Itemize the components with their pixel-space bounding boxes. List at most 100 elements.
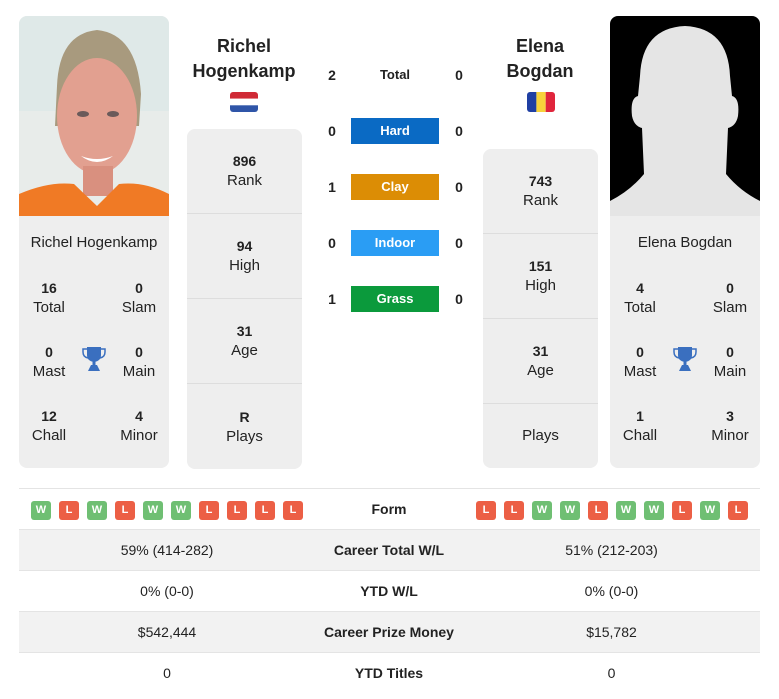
player1-plays-value: R: [239, 408, 250, 425]
player1-first-name: Richel: [216, 36, 272, 56]
player2-titles-chall: 1 Chall: [610, 406, 670, 446]
romania-flag-icon: [527, 92, 555, 112]
form-win-badge[interactable]: W: [560, 501, 580, 520]
form-win-badge[interactable]: W: [616, 501, 636, 520]
player2-name-heading[interactable]: Elena Bogdan: [470, 34, 610, 84]
player1-titles-main: 0 Main: [109, 342, 169, 382]
player2-first-name: Elena: [515, 36, 565, 56]
player2-last-name: Bogdan: [506, 61, 574, 81]
player2-titles-chall-label: Chall: [622, 427, 658, 444]
form-win-badge[interactable]: W: [700, 501, 720, 520]
player1-titles-slam-label: Slam: [121, 299, 157, 316]
surface-badge-clay[interactable]: Clay: [351, 174, 439, 200]
player1-ytd-wl: 0% (0-0): [140, 583, 194, 599]
trophy-icon: [673, 347, 697, 371]
player2-titles-minor-label: Minor: [711, 427, 749, 444]
form-loss-badge[interactable]: L: [59, 501, 79, 520]
player1-rank-label: Rank: [226, 172, 263, 189]
player1-high-label: High: [229, 257, 260, 274]
form-loss-badge[interactable]: L: [283, 501, 303, 520]
career-wl-label: Career Total W/L: [333, 542, 445, 558]
player2-plays-label: Plays: [522, 427, 559, 444]
h2h-total-label: Total: [379, 67, 411, 82]
player2-career-wl: 51% (212-203): [565, 542, 658, 558]
player1-titles-slam-value: 0: [135, 280, 143, 296]
player2-ytd-titles: 0: [607, 665, 616, 681]
player1-titles-total: 16 Total: [19, 278, 79, 318]
player2-photo-placeholder[interactable]: [610, 16, 760, 216]
h2h-indoor-row: 0 Indoor 0: [320, 230, 470, 256]
h2h-indoor-p1: 0: [328, 235, 336, 251]
surface-badge-hard[interactable]: Hard: [351, 118, 439, 144]
player1-high-value: 94: [236, 238, 253, 254]
h2h-clay-p2: 0: [455, 179, 463, 195]
player2-high: 151 High: [483, 234, 598, 319]
player2-card-name[interactable]: Elena Bogdan: [610, 234, 760, 251]
player2-rank-value: 743: [528, 173, 553, 189]
form-loss-badge[interactable]: L: [672, 501, 692, 520]
form-loss-badge[interactable]: L: [588, 501, 608, 520]
player1-titles-mast-value: 0: [45, 344, 53, 360]
player2-rank-label: Rank: [522, 192, 559, 209]
player1-last-name: Hogenkamp: [192, 61, 296, 81]
player2-high-label: High: [525, 277, 556, 294]
player2-high-value: 151: [528, 258, 553, 274]
player2-age-label: Age: [527, 362, 554, 379]
player1-titles-chall-label: Chall: [31, 427, 67, 444]
player2-titles-mast: 0 Mast: [610, 342, 670, 382]
player2-prize-money: $15,782: [586, 624, 637, 640]
form-win-badge[interactable]: W: [171, 501, 191, 520]
ytd-wl-label: YTD W/L: [360, 583, 418, 599]
player1-titles-total-value: 16: [41, 280, 57, 296]
form-win-badge[interactable]: W: [87, 501, 107, 520]
player1-plays: R Plays: [187, 384, 302, 469]
player1-high: 94 High: [187, 214, 302, 299]
player2-plays: Plays: [483, 404, 598, 468]
prize-money-label: Career Prize Money: [324, 624, 454, 640]
form-loss-badge[interactable]: L: [255, 501, 275, 520]
ytd-titles-row: 0 YTD Titles 0: [19, 653, 760, 694]
form-win-badge[interactable]: W: [532, 501, 552, 520]
player1-titles-chall-value: 12: [41, 408, 57, 424]
player2-titles-total-label: Total: [624, 299, 656, 316]
player1-career-wl: 59% (414-282): [120, 542, 214, 558]
player1-age: 31 Age: [187, 299, 302, 384]
player1-card-name[interactable]: Richel Hogenkamp: [19, 234, 169, 251]
player1-photo[interactable]: [19, 16, 169, 216]
player2-titles-slam: 0 Slam: [700, 278, 760, 318]
h2h-hard-p2: 0: [455, 123, 463, 139]
h2h-grass-p1: 1: [328, 291, 336, 307]
player2-card: Elena Bogdan 4 Total 0 Slam 0 Mast 0 Mai…: [610, 16, 760, 468]
player1-titles-main-value: 0: [135, 344, 143, 360]
form-loss-badge[interactable]: L: [115, 501, 135, 520]
form-loss-badge[interactable]: L: [199, 501, 219, 520]
player2-titles-minor: 3 Minor: [700, 406, 760, 446]
player2-titles-main-value: 0: [726, 344, 734, 360]
h2h-hard-p1: 0: [328, 123, 336, 139]
player2-titles-total: 4 Total: [610, 278, 670, 318]
form-loss-badge[interactable]: L: [504, 501, 524, 520]
surface-badge-grass[interactable]: Grass: [351, 286, 439, 312]
form-win-badge[interactable]: W: [31, 501, 51, 520]
player1-age-label: Age: [231, 342, 258, 359]
player1-rank-value: 896: [232, 153, 257, 169]
h2h-total-row: 2 Total 0: [320, 62, 470, 88]
form-loss-badge[interactable]: L: [476, 501, 496, 520]
player1-name-heading[interactable]: Richel Hogenkamp: [174, 34, 314, 84]
player1-titles-chall: 12 Chall: [19, 406, 79, 446]
netherlands-flag-icon: [230, 92, 258, 112]
surface-badge-indoor[interactable]: Indoor: [351, 230, 439, 256]
h2h-clay-row: 1 Clay 0: [320, 174, 470, 200]
career-wl-row: 59% (414-282) Career Total W/L 51% (212-…: [19, 530, 760, 571]
player1-titles-mast: 0 Mast: [19, 342, 79, 382]
player1-ytd-titles: 0: [163, 665, 171, 681]
form-win-badge[interactable]: W: [644, 501, 664, 520]
trophy-icon: [82, 347, 106, 371]
form-loss-badge[interactable]: L: [227, 501, 247, 520]
form-loss-badge[interactable]: L: [728, 501, 748, 520]
h2h-indoor-p2: 0: [455, 235, 463, 251]
player2-age: 31 Age: [483, 319, 598, 404]
player2-titles-mast-label: Mast: [623, 363, 657, 380]
form-win-badge[interactable]: W: [143, 501, 163, 520]
player1-prize-money: $542,444: [137, 624, 197, 640]
